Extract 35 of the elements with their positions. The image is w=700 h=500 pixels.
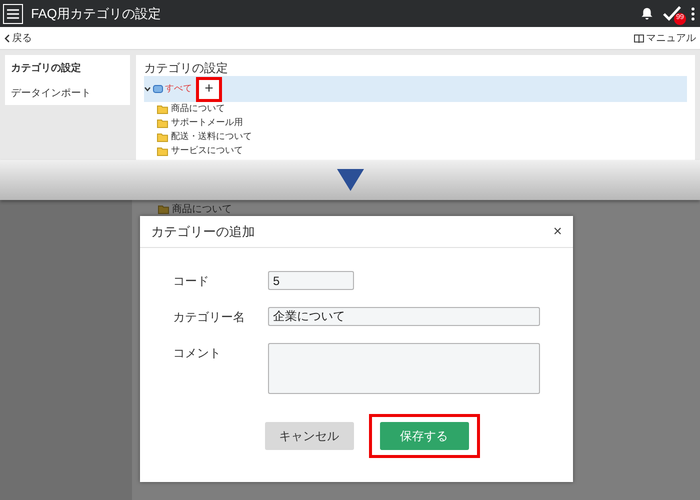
dialog-title: カテゴリーの追加: [151, 222, 255, 241]
bell-icon[interactable]: [641, 7, 653, 20]
tree-item: 商品について: [172, 202, 232, 217]
tree-item[interactable]: サービスについて: [171, 144, 243, 158]
down-triangle-icon: [336, 169, 364, 191]
folder-icon: [157, 104, 168, 114]
more-icon[interactable]: [691, 6, 695, 20]
page-title: FAQ用カテゴリの設定: [31, 4, 162, 23]
field-label: コード: [173, 273, 210, 290]
folder-icon: [157, 132, 168, 142]
tree-row[interactable]: すべて +: [144, 76, 687, 102]
folder-icon: [157, 146, 168, 156]
panel-title: カテゴリの設定: [144, 61, 229, 75]
sidebar-item[interactable]: データインポート: [11, 86, 124, 101]
code-input-field[interactable]: 5: [268, 271, 354, 290]
chevron-left-icon: [4, 34, 10, 42]
tree-item[interactable]: 配送・送料について: [171, 130, 252, 144]
folder-icon: [157, 118, 168, 128]
field-label: コメント: [173, 345, 222, 362]
chevron-down-icon[interactable]: [144, 86, 151, 92]
tree-item[interactable]: サポートメール用: [171, 116, 243, 130]
cancel-button[interactable]: キャンセル: [264, 422, 354, 450]
close-button[interactable]: ×: [553, 224, 562, 239]
menu-icon[interactable]: [3, 4, 23, 24]
manual-link[interactable]: マニュアル: [634, 30, 696, 46]
database-icon: [153, 85, 163, 93]
add-button[interactable]: +: [196, 76, 222, 102]
tree-item[interactable]: 商品について: [171, 102, 225, 116]
sidebar-item[interactable]: カテゴリの設定: [11, 61, 124, 76]
tree-item[interactable]: すべて: [165, 82, 192, 96]
book-icon: [634, 34, 644, 42]
field-label: カテゴリー名: [173, 309, 246, 326]
folder-icon: [158, 205, 169, 214]
back-link[interactable]: 戻る: [4, 30, 32, 46]
name-input-field[interactable]: 企業について: [268, 307, 540, 326]
